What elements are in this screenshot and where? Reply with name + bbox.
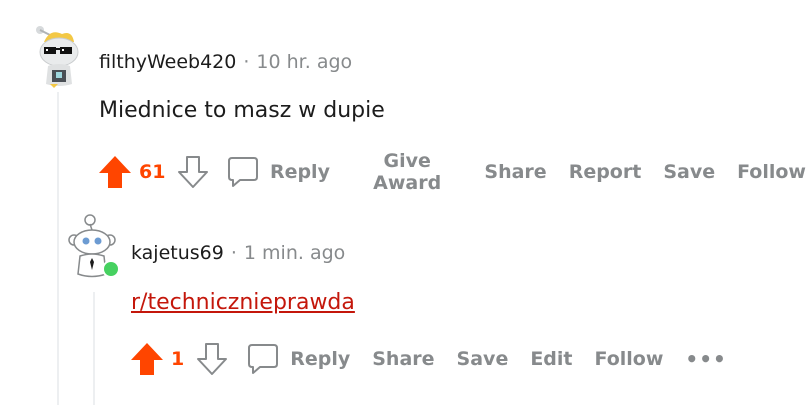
avatar-kajetus69[interactable]: [66, 212, 122, 280]
reply-follow-label: Follow: [594, 348, 664, 370]
reply-save-button[interactable]: Save: [457, 348, 509, 370]
reply-follow-button[interactable]: Follow: [595, 348, 664, 370]
reply-timestamp[interactable]: 1 min. ago: [244, 242, 345, 264]
meta-separator: ·: [243, 51, 250, 73]
reply-share-button[interactable]: Share: [372, 348, 434, 370]
vote-count: 61: [139, 161, 166, 183]
reply-downvote-button[interactable]: [194, 341, 230, 377]
share-label: Share: [484, 161, 547, 183]
reply-reply-button[interactable]: Reply: [246, 342, 350, 376]
snoo-avatar-icon: [36, 26, 79, 88]
username[interactable]: filthyWeeb420: [99, 51, 236, 73]
reply-body: r/technicznieprawda: [131, 290, 355, 315]
subreddit-link[interactable]: r/technicznieprawda: [131, 290, 355, 315]
reply-vote-count: 1: [171, 348, 185, 370]
comment-bubble-icon: [226, 155, 260, 189]
comment-actions: 61 Reply Give Award Share Report Save Fo…: [97, 150, 806, 194]
reply-edit-button[interactable]: Edit: [530, 348, 572, 370]
upvote-button[interactable]: [97, 154, 133, 190]
reply-edit-label: Edit: [530, 348, 573, 370]
report-label: Report: [568, 161, 642, 183]
reply-meta: kajetus69 · 1 min. ago: [131, 242, 345, 264]
upvote-arrow-icon: [99, 156, 131, 188]
thread-line-reply[interactable]: [93, 292, 95, 405]
avatar-filthyweeb420[interactable]: [28, 22, 84, 88]
comment-body: Miednice to masz w dupie: [99, 98, 385, 123]
online-indicator-icon: [102, 260, 120, 278]
reply-actions: 1 Reply Share Save Edit Follow •••: [129, 341, 727, 377]
follow-label: Follow: [737, 161, 806, 183]
reply-reply-label: Reply: [290, 348, 351, 370]
reply-meta-separator: ·: [230, 242, 237, 264]
thread-line-parent[interactable]: [57, 92, 59, 405]
give-award-button[interactable]: Give Award: [352, 150, 462, 194]
downvote-arrow-icon: [178, 156, 209, 188]
share-button[interactable]: Share: [484, 161, 546, 183]
reply-save-label: Save: [456, 348, 509, 370]
reply-button[interactable]: Reply: [226, 155, 330, 189]
give-award-label: Give Award: [373, 150, 442, 194]
reply-label: Reply: [269, 161, 330, 183]
report-button[interactable]: Report: [569, 161, 642, 183]
save-button[interactable]: Save: [663, 161, 715, 183]
reply-username[interactable]: kajetus69: [131, 242, 224, 264]
more-dots-icon[interactable]: •••: [685, 347, 726, 371]
comment-meta: filthyWeeb420 · 10 hr. ago: [99, 51, 352, 73]
save-label: Save: [663, 161, 716, 183]
comment-bubble-icon: [246, 342, 280, 376]
follow-button[interactable]: Follow: [737, 161, 806, 183]
upvote-arrow-icon: [131, 343, 163, 375]
reply-upvote-button[interactable]: [129, 341, 165, 377]
downvote-button[interactable]: [175, 154, 211, 190]
timestamp[interactable]: 10 hr. ago: [256, 51, 352, 73]
reply-share-label: Share: [372, 348, 435, 370]
downvote-arrow-icon: [197, 343, 228, 375]
